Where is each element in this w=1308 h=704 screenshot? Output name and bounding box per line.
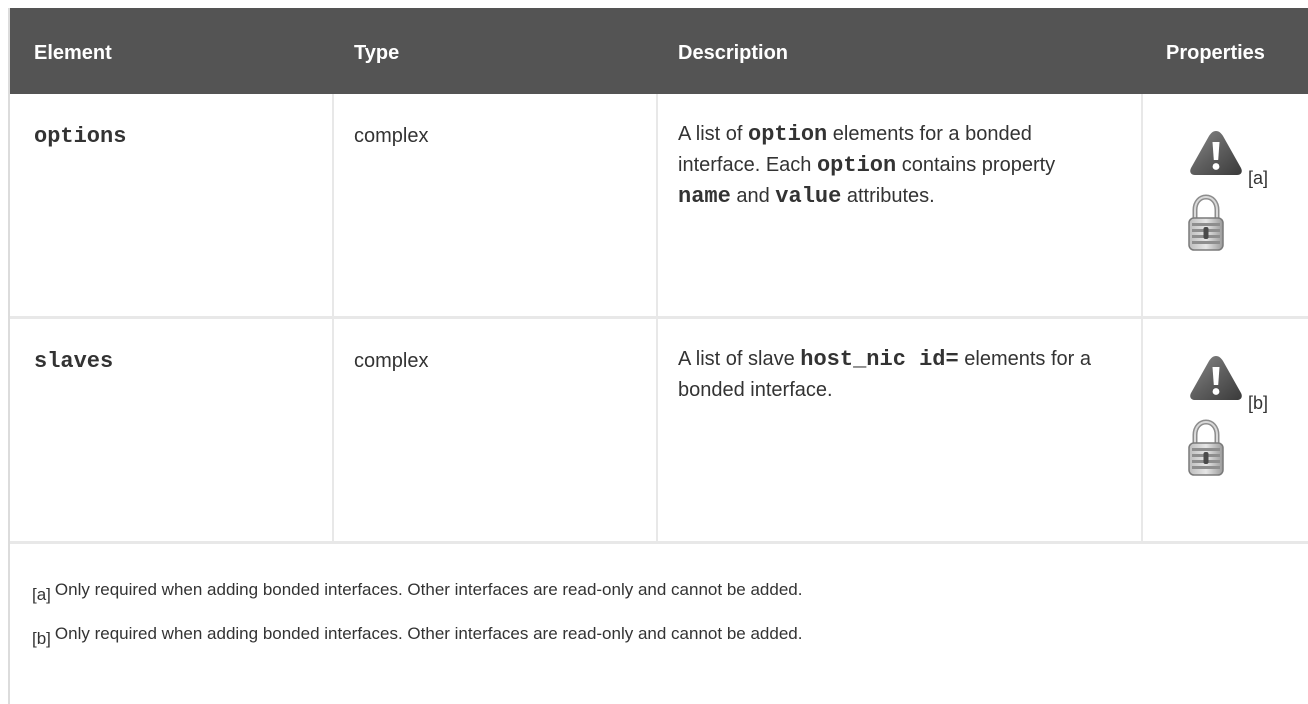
type-cell: complex xyxy=(354,350,428,541)
element-name: slaves xyxy=(34,349,114,374)
description-text: A list of slave host_nic id= elements fo… xyxy=(678,347,1092,401)
warning-icon xyxy=(1188,128,1244,178)
table-footnotes: [a] Only required when adding bonded inte… xyxy=(10,544,1308,704)
element-name: options xyxy=(34,124,127,149)
element-type: complex xyxy=(354,125,429,147)
footnote-mark-a[interactable]: [a] xyxy=(32,585,51,604)
properties-cell: [b] xyxy=(1178,353,1298,513)
footnote-ref-a[interactable]: [a] xyxy=(1248,168,1268,189)
warning-icon xyxy=(1188,353,1244,403)
properties-table: Element Type Description Properties opti… xyxy=(8,8,1308,704)
element-type: complex xyxy=(354,350,429,372)
table-row: options complex A list of option element… xyxy=(10,94,1308,319)
header-description: Description xyxy=(678,42,789,64)
footnote-text: Only required when adding bonded interfa… xyxy=(54,624,803,643)
footnote-mark-b[interactable]: [b] xyxy=(32,629,51,648)
footnote-b: [b] Only required when adding bonded inte… xyxy=(32,624,803,648)
lock-icon xyxy=(1186,419,1226,477)
footnote-text: Only required when adding bonded interfa… xyxy=(54,580,803,599)
description-cell: A list of option elements for a bonded i… xyxy=(678,119,1098,316)
header-type: Type xyxy=(354,42,400,64)
footnote-a: [a] Only required when adding bonded inte… xyxy=(32,580,803,604)
footnote-ref-b[interactable]: [b] xyxy=(1248,393,1268,414)
description-text: A list of option elements for a bonded i… xyxy=(678,122,1056,209)
header-properties: Properties xyxy=(1166,42,1265,64)
type-cell: complex xyxy=(354,125,428,316)
lock-icon xyxy=(1186,194,1226,252)
properties-cell: [a] xyxy=(1178,128,1298,288)
description-cell: A list of slave host_nic id= elements fo… xyxy=(678,344,1098,541)
table-header: Element Type Description Properties xyxy=(10,8,1308,94)
element-cell: slaves xyxy=(34,349,113,541)
header-element: Element xyxy=(34,42,112,64)
table-row: slaves complex A list of slave host_nic … xyxy=(10,319,1308,544)
element-cell: options xyxy=(34,124,126,316)
